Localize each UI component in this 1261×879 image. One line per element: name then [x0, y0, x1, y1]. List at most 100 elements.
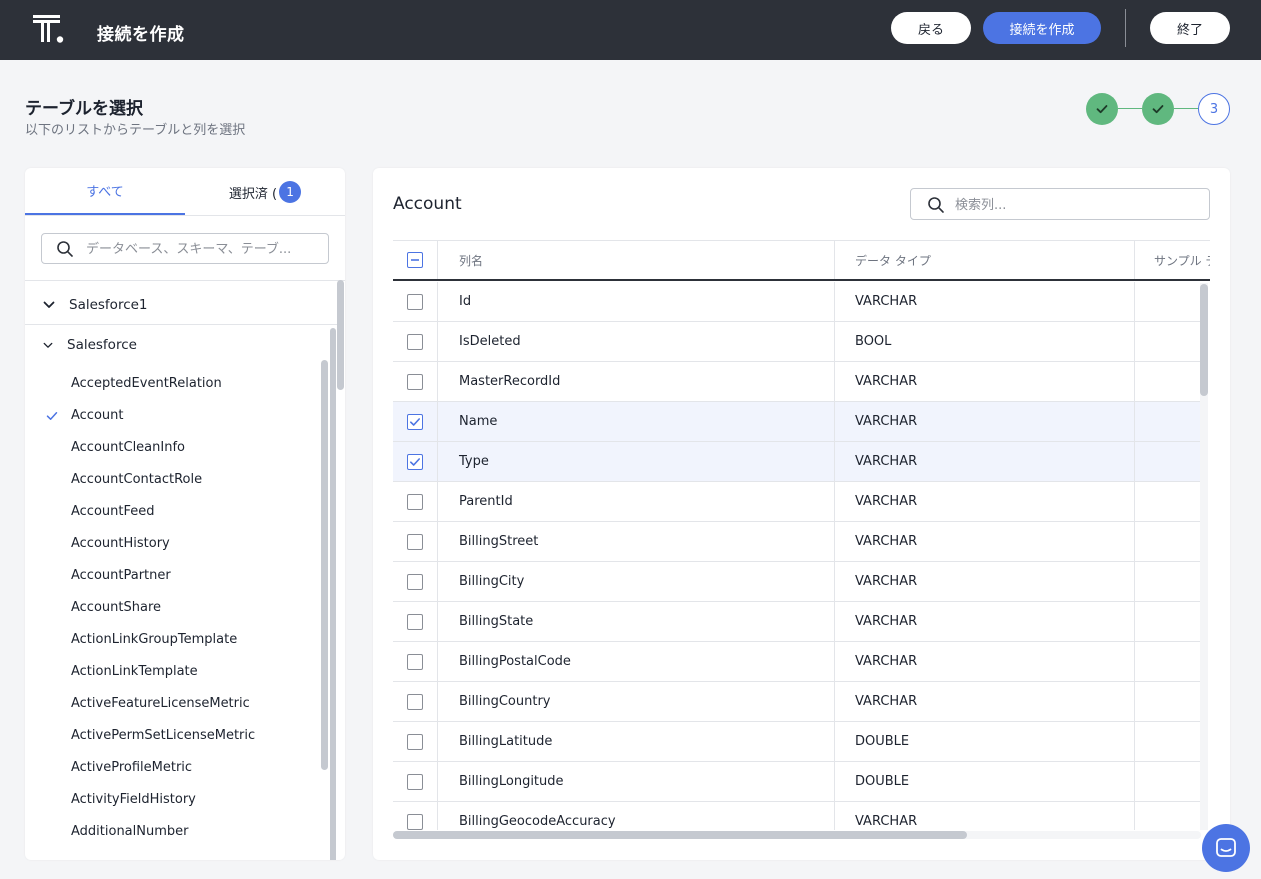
- table-item[interactable]: AcceptedEventRelation: [71, 376, 222, 391]
- table-tabs: すべて 選択済 ( 1: [25, 168, 345, 216]
- table-row[interactable]: IsDeleted BOOL: [393, 322, 1201, 362]
- divider: [25, 280, 345, 281]
- table-search-input[interactable]: [86, 239, 322, 259]
- row-checkbox[interactable]: [407, 773, 423, 790]
- row-checkbox[interactable]: [407, 373, 423, 390]
- outer-scrollbar-thumb[interactable]: [337, 280, 344, 390]
- row-checkbox[interactable]: [407, 293, 423, 310]
- search-icon: [57, 241, 73, 257]
- table-row[interactable]: BillingLatitude DOUBLE: [393, 722, 1201, 762]
- database-name: Salesforce: [67, 337, 137, 353]
- column-name: Id: [438, 282, 835, 321]
- row-checkbox[interactable]: [407, 813, 423, 830]
- row-checkbox[interactable]: [407, 733, 423, 750]
- row-checkbox[interactable]: [407, 653, 423, 670]
- table-row[interactable]: BillingState VARCHAR: [393, 602, 1201, 642]
- column-type: VARCHAR: [835, 802, 1135, 830]
- create-connection-button[interactable]: 接続を作成: [983, 12, 1101, 44]
- row-checkbox[interactable]: [407, 493, 423, 510]
- row-checkbox-cell: [393, 602, 438, 641]
- column-sample: [1135, 282, 1210, 321]
- selected-table-title: Account: [393, 194, 462, 214]
- table-item[interactable]: ActiveProfileMetric: [71, 760, 192, 775]
- horizontal-scrollbar-thumb[interactable]: [393, 831, 967, 839]
- column-sample: [1135, 562, 1210, 601]
- app-logo-icon: [33, 15, 64, 43]
- column-name: Type: [438, 442, 835, 481]
- row-checkbox[interactable]: [407, 333, 423, 350]
- column-sample: [1135, 722, 1210, 761]
- table-row[interactable]: Name VARCHAR: [393, 402, 1201, 442]
- table-item[interactable]: AdditionalNumber: [71, 824, 188, 839]
- column-header-type[interactable]: データ タイプ: [835, 241, 1135, 279]
- step-1-complete: [1086, 93, 1118, 125]
- inner-scrollbar[interactable]: [330, 328, 336, 860]
- row-checkbox[interactable]: [407, 573, 423, 590]
- column-type: DOUBLE: [835, 722, 1135, 761]
- minus-icon: [411, 259, 419, 261]
- row-checkbox-cell: [393, 482, 438, 521]
- column-type: VARCHAR: [835, 402, 1135, 441]
- table-item[interactable]: AccountFeed: [71, 504, 155, 519]
- column-search-field[interactable]: [910, 188, 1210, 220]
- row-checkbox-cell: [393, 322, 438, 361]
- row-checkbox[interactable]: [407, 453, 423, 470]
- tab-selected[interactable]: 選択済 ( 1: [185, 168, 345, 216]
- select-all-checkbox[interactable]: [407, 252, 423, 268]
- step-connector: [1174, 108, 1198, 109]
- row-checkbox-cell: [393, 762, 438, 801]
- table-row[interactable]: MasterRecordId VARCHAR: [393, 362, 1201, 402]
- table-item[interactable]: AccountHistory: [71, 536, 170, 551]
- row-checkbox[interactable]: [407, 533, 423, 550]
- table-row[interactable]: BillingLongitude DOUBLE: [393, 762, 1201, 802]
- chat-button[interactable]: [1202, 824, 1250, 872]
- table-item[interactable]: ActionLinkGroupTemplate: [71, 632, 237, 647]
- page-title: テーブルを選択: [25, 99, 143, 119]
- column-name: IsDeleted: [438, 322, 835, 361]
- table-item[interactable]: AccountShare: [71, 600, 161, 615]
- row-checkbox-cell: [393, 522, 438, 561]
- row-checkbox-cell: [393, 402, 438, 441]
- column-name: BillingLongitude: [438, 762, 835, 801]
- column-header-sample[interactable]: サンプル デ: [1135, 241, 1210, 279]
- column-sample: [1135, 322, 1210, 361]
- table-item[interactable]: ActiveFeatureLicenseMetric: [71, 696, 250, 711]
- toolbar-divider: [1125, 9, 1126, 47]
- table-row[interactable]: BillingStreet VARCHAR: [393, 522, 1201, 562]
- column-name: BillingPostalCode: [438, 642, 835, 681]
- table-item[interactable]: ActivePermSetLicenseMetric: [71, 728, 255, 743]
- table-row[interactable]: BillingCity VARCHAR: [393, 562, 1201, 602]
- table-row[interactable]: BillingGeocodeAccuracy VARCHAR: [393, 802, 1201, 830]
- vertical-scrollbar-thumb[interactable]: [1200, 284, 1208, 396]
- exit-button[interactable]: 終了: [1150, 12, 1230, 44]
- column-header-name[interactable]: 列名: [438, 241, 835, 279]
- column-name: BillingState: [438, 602, 835, 641]
- table-item[interactable]: AccountCleanInfo: [71, 440, 185, 455]
- database-item-salesforce[interactable]: Salesforce: [25, 325, 337, 365]
- column-type: VARCHAR: [835, 522, 1135, 561]
- table-row[interactable]: Type VARCHAR: [393, 442, 1201, 482]
- column-sample: [1135, 642, 1210, 681]
- table-row[interactable]: BillingPostalCode VARCHAR: [393, 642, 1201, 682]
- database-item-salesforce1[interactable]: Salesforce1: [25, 285, 337, 325]
- table-item[interactable]: Account: [71, 408, 124, 423]
- table-row[interactable]: BillingCountry VARCHAR: [393, 682, 1201, 722]
- row-checkbox[interactable]: [407, 413, 423, 430]
- back-button[interactable]: 戻る: [891, 12, 971, 44]
- row-checkbox-cell: [393, 722, 438, 761]
- table-item[interactable]: AccountContactRole: [71, 472, 202, 487]
- row-checkbox[interactable]: [407, 693, 423, 710]
- row-checkbox[interactable]: [407, 613, 423, 630]
- table-search-field[interactable]: [41, 233, 329, 264]
- column-search-input[interactable]: [955, 195, 1195, 215]
- row-checkbox-cell: [393, 362, 438, 401]
- step-2-complete: [1142, 93, 1174, 125]
- search-icon: [928, 197, 944, 213]
- table-row[interactable]: ParentId VARCHAR: [393, 482, 1201, 522]
- table-item[interactable]: ActionLinkTemplate: [71, 664, 198, 679]
- inner-scrollbar-thumb[interactable]: [321, 360, 328, 770]
- table-item[interactable]: ActivityFieldHistory: [71, 792, 196, 807]
- table-row[interactable]: Id VARCHAR: [393, 282, 1201, 322]
- tab-all[interactable]: すべて: [25, 168, 185, 215]
- table-item[interactable]: AccountPartner: [71, 568, 171, 583]
